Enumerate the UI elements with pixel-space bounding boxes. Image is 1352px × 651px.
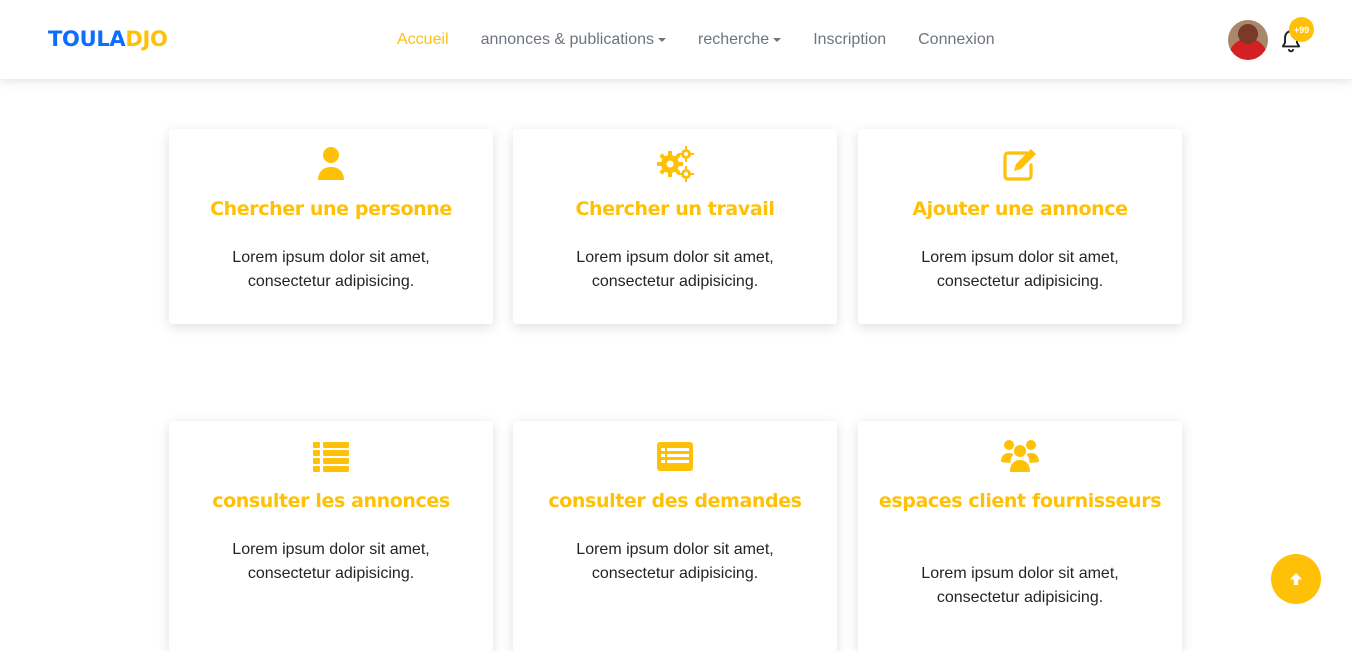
scroll-top-button[interactable] xyxy=(1271,554,1321,604)
nav-item-recherche-label: recherche xyxy=(698,31,770,48)
card-title: Chercher une personne xyxy=(210,198,452,220)
card-text: Lorem ipsum dolor sit amet, consectetur … xyxy=(232,249,430,290)
card-title: consulter les annonces xyxy=(212,490,450,512)
card-title: Ajouter une annonce xyxy=(912,198,1128,220)
users-icon xyxy=(1001,440,1039,472)
nav-item-annonces-label: annonces & publications xyxy=(480,31,655,48)
card-espaces-client[interactable]: espaces client fournisseurs Lorem ipsum … xyxy=(858,421,1182,651)
nav-item-inscription[interactable]: Inscription xyxy=(813,31,886,49)
avatar[interactable] xyxy=(1228,20,1268,60)
card-text: Lorem ipsum dolor sit amet, consectetur … xyxy=(921,249,1119,290)
chevron-down-icon xyxy=(658,38,667,42)
card-consulter-annonces[interactable]: consulter les annonces Lorem ipsum dolor… xyxy=(169,421,493,651)
card-chercher-personne[interactable]: Chercher une personne Lorem ipsum dolor … xyxy=(169,129,493,324)
card-chercher-travail[interactable]: Chercher un travail Lorem ipsum dolor si… xyxy=(513,129,837,324)
card-consulter-demandes[interactable]: consulter des demandes Lorem ipsum dolor… xyxy=(513,421,837,651)
nav-item-recherche[interactable]: recherche xyxy=(698,31,782,49)
arrow-up-icon xyxy=(1290,573,1302,585)
edit-icon xyxy=(1003,149,1036,181)
navbar: TOULADJO Accueil annonces & publications… xyxy=(0,0,1352,79)
nav-item-annonces[interactable]: annonces & publications xyxy=(480,31,667,49)
brand-part2: DJO xyxy=(125,27,168,51)
card-text: Lorem ipsum dolor sit amet, consectetur … xyxy=(232,541,430,582)
brand-logo[interactable]: TOULADJO xyxy=(48,27,168,51)
nav-item-connexion[interactable]: Connexion xyxy=(918,31,995,49)
brand-part1: TOULA xyxy=(48,27,126,51)
list-alt-icon xyxy=(657,442,693,471)
card-title: Chercher un travail xyxy=(575,198,775,220)
list-icon xyxy=(313,442,349,472)
chevron-down-icon xyxy=(773,38,782,42)
card-text: Lorem ipsum dolor sit amet, consectetur … xyxy=(576,541,774,582)
card-text: Lorem ipsum dolor sit amet, consectetur … xyxy=(576,249,774,290)
card-title: espaces client fournisseurs xyxy=(878,490,1162,512)
card-ajouter-annonce[interactable]: Ajouter une annonce Lorem ipsum dolor si… xyxy=(858,129,1182,324)
gears-icon xyxy=(657,146,694,182)
card-text: Lorem ipsum dolor sit amet, consectetur … xyxy=(921,565,1119,606)
card-title: consulter des demandes xyxy=(548,490,802,512)
nav-menu: Accueil annonces & publications recherch… xyxy=(397,31,995,49)
user-icon xyxy=(318,147,344,180)
nav-item-accueil[interactable]: Accueil xyxy=(397,31,449,49)
notification-badge: +99 xyxy=(1289,17,1314,42)
